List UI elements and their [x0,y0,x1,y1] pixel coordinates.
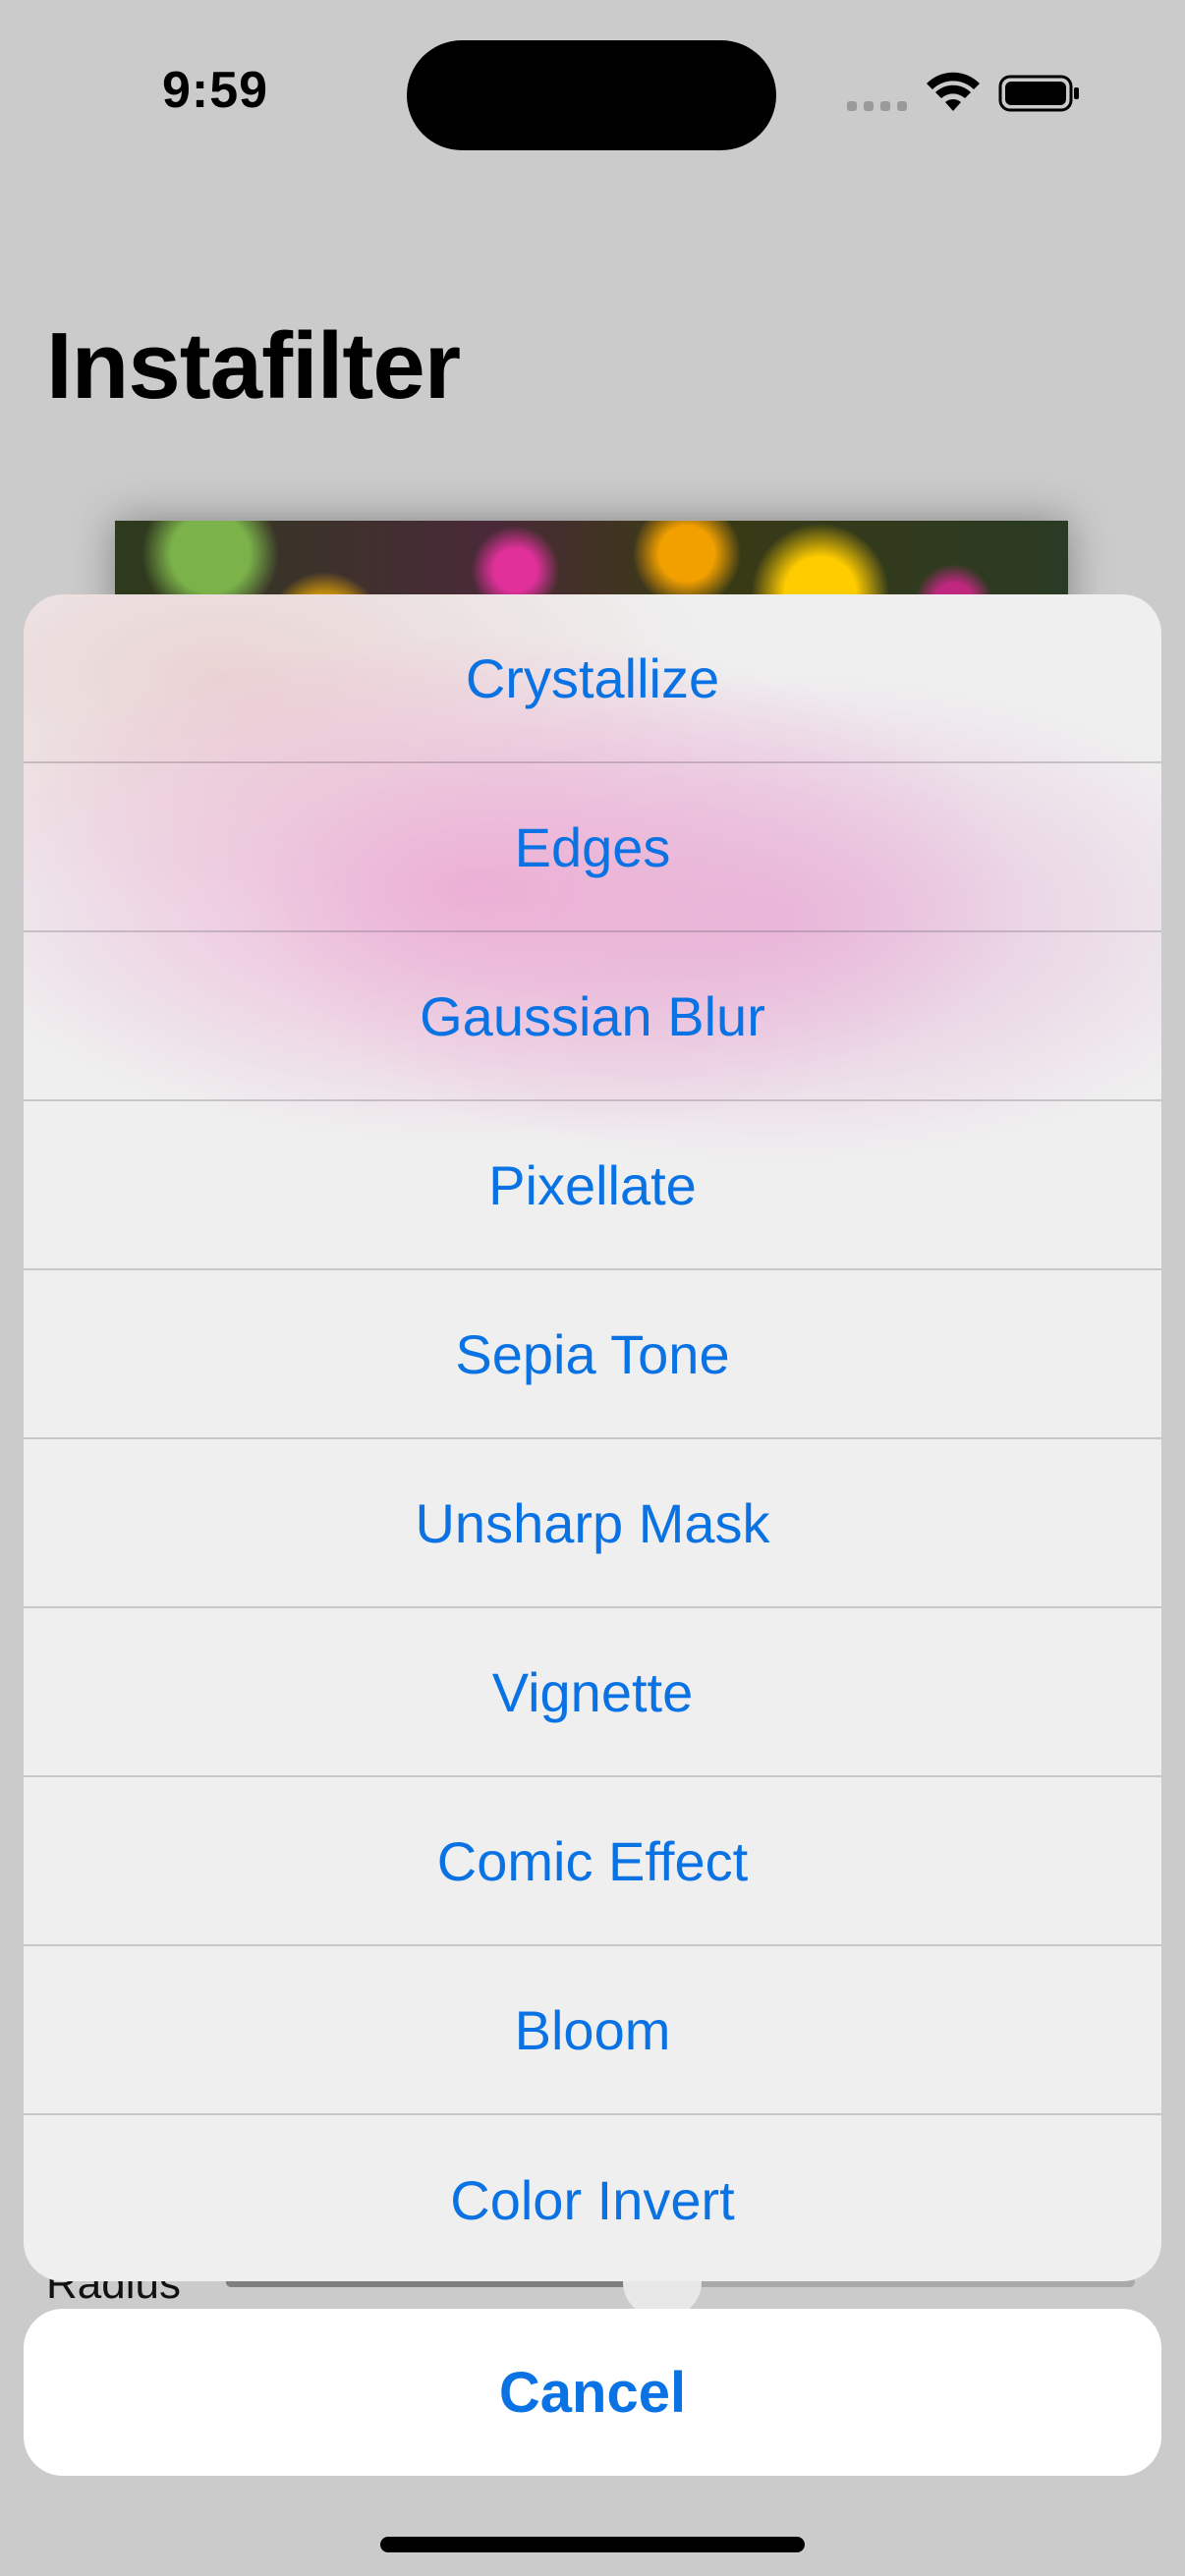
cancel-button[interactable]: Cancel [24,2309,1161,2476]
status-time: 9:59 [162,62,269,119]
cellular-signal-icon [847,101,907,111]
dynamic-island [407,40,776,150]
battery-icon [998,75,1079,112]
page-title: Instafilter [46,313,461,419]
action-gaussian-blur[interactable]: Gaussian Blur [24,932,1161,1101]
action-crystallize[interactable]: Crystallize [24,594,1161,763]
action-comic-effect[interactable]: Comic Effect [24,1777,1161,1946]
wifi-icon [927,72,980,111]
action-color-invert[interactable]: Color Invert [24,2115,1161,2281]
action-edges[interactable]: Edges [24,763,1161,932]
filter-action-sheet: Crystallize Edges Gaussian Blur Pixellat… [24,594,1161,2281]
home-indicator[interactable] [380,2537,805,2552]
action-sepia-tone[interactable]: Sepia Tone [24,1270,1161,1439]
action-bloom[interactable]: Bloom [24,1946,1161,2115]
action-pixellate[interactable]: Pixellate [24,1101,1161,1270]
action-vignette[interactable]: Vignette [24,1608,1161,1777]
action-unsharp-mask[interactable]: Unsharp Mask [24,1439,1161,1608]
